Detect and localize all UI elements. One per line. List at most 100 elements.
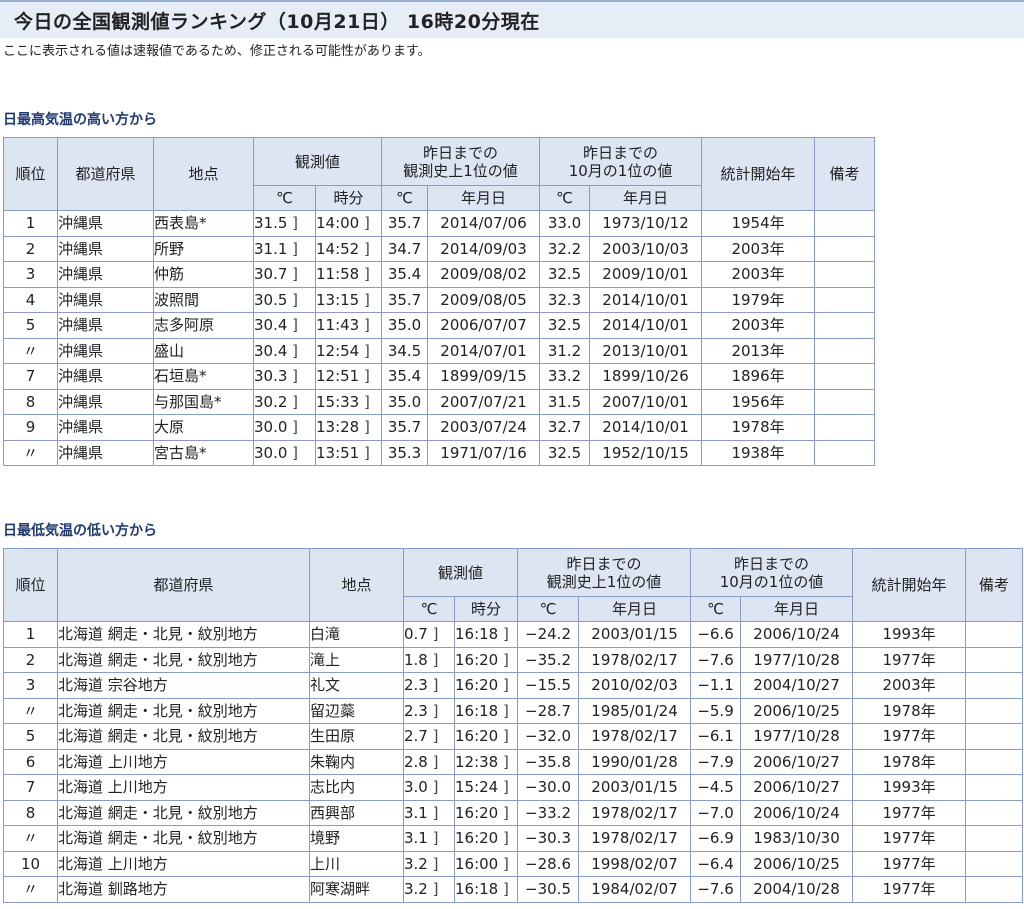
station-cell: 留辺蘂 bbox=[309, 697, 404, 724]
observed-value-cell: 30.0 ] bbox=[253, 414, 316, 441]
observed-value-cell: 30.7 ] bbox=[253, 261, 316, 288]
col-record-month: 昨日までの 10月の1位の値 bbox=[690, 548, 854, 597]
record-date-cell: 1990/01/28 bbox=[578, 748, 692, 775]
month-record-date-cell: 2014/10/01 bbox=[589, 414, 703, 441]
pref-cell: 北海道 網走・北見・紋別地方 bbox=[57, 825, 310, 852]
rank-cell: 3 bbox=[3, 672, 58, 699]
month-record-date-cell: 2007/10/01 bbox=[589, 388, 703, 415]
remarks-cell bbox=[965, 799, 1024, 826]
station-cell: 波照間 bbox=[153, 286, 254, 313]
col-remarks: 備考 bbox=[965, 548, 1024, 622]
remarks-cell bbox=[814, 388, 876, 415]
table-row: 8 沖縄県 与那国島* 30.2 ] 15:33 ] 35.0 2007/07/21 31.5… bbox=[3, 388, 876, 415]
month-record-date-cell: 2014/10/01 bbox=[589, 286, 703, 313]
pref-cell: 沖縄県 bbox=[57, 363, 154, 390]
pref-cell: 沖縄県 bbox=[57, 337, 154, 364]
month-record-date-cell: 2014/10/01 bbox=[589, 312, 703, 339]
rank-cell: 2 bbox=[3, 646, 58, 673]
table-row: 2 北海道 網走・北見・紋別地方 滝上 1.8 ] 16:20 ] −35.2 1978/0… bbox=[3, 646, 1024, 673]
observed-value-cell: 1.8 ] bbox=[403, 646, 455, 673]
rank-cell: 10 bbox=[3, 850, 58, 877]
start-year-cell: 1896年 bbox=[701, 363, 816, 390]
table-row: 3 北海道 宗谷地方 礼文 2.3 ] 16:20 ] −15.5 2010/02/03 −1… bbox=[3, 672, 1024, 699]
table-row: 2 沖縄県 所野 31.1 ] 14:52 ] 34.7 2014/09/03 32.2 200… bbox=[3, 235, 876, 262]
record-value-cell: 35.0 bbox=[381, 312, 429, 339]
col-start-year: 統計開始年 bbox=[852, 548, 967, 622]
record-value-cell: −35.8 bbox=[517, 748, 580, 775]
col-station: 地点 bbox=[153, 137, 254, 211]
month-record-value-cell: 32.3 bbox=[539, 286, 591, 313]
pref-cell: 沖縄県 bbox=[57, 286, 154, 313]
record-value-cell: −32.0 bbox=[517, 723, 580, 750]
rank-cell: 3 bbox=[3, 261, 58, 288]
remarks-cell bbox=[814, 312, 876, 339]
rank-cell: 4 bbox=[3, 286, 58, 313]
col-station: 地点 bbox=[309, 548, 404, 622]
station-cell: 礼文 bbox=[309, 672, 404, 699]
station-cell: 境野 bbox=[309, 825, 404, 852]
rank-cell: 〃 bbox=[3, 697, 58, 724]
col-date: 年月日 bbox=[427, 185, 541, 211]
month-record-date-cell: 2006/10/24 bbox=[740, 621, 854, 648]
month-record-date-cell: 1983/10/30 bbox=[740, 825, 854, 852]
observed-time-cell: 16:20 ] bbox=[453, 646, 519, 673]
low-temp-table: 順位 都道府県 地点 観測値 昨日までの 観測史上1位の値 昨日までの 10月の1位… bbox=[3, 548, 1024, 903]
rank-cell: 7 bbox=[3, 774, 58, 801]
month-record-value-cell: 32.5 bbox=[539, 261, 591, 288]
start-year-cell: 2003年 bbox=[701, 235, 816, 262]
record-date-cell: 2014/07/01 bbox=[427, 337, 541, 364]
pref-cell: 沖縄県 bbox=[57, 439, 154, 466]
start-year-cell: 1954年 bbox=[701, 210, 816, 237]
observed-value-cell: 3.1 ] bbox=[403, 799, 455, 826]
month-record-date-cell: 1899/10/26 bbox=[589, 363, 703, 390]
rank-cell: 〃 bbox=[3, 825, 58, 852]
observed-time-cell: 15:33 ] bbox=[314, 388, 383, 415]
pref-cell: 北海道 宗谷地方 bbox=[57, 672, 310, 699]
remarks-cell bbox=[965, 723, 1024, 750]
observed-value-cell: 30.5 ] bbox=[253, 286, 316, 313]
observed-time-cell: 16:00 ] bbox=[453, 850, 519, 877]
record-date-cell: 1978/02/17 bbox=[578, 646, 692, 673]
month-record-value-cell: −4.5 bbox=[690, 774, 742, 801]
rank-cell: 5 bbox=[3, 723, 58, 750]
start-year-cell: 2003年 bbox=[852, 672, 967, 699]
record-date-cell: 2014/07/06 bbox=[427, 210, 541, 237]
pref-cell: 北海道 網走・北見・紋別地方 bbox=[57, 697, 310, 724]
pref-cell: 沖縄県 bbox=[57, 388, 154, 415]
remarks-cell bbox=[814, 439, 876, 466]
start-year-cell: 2003年 bbox=[701, 261, 816, 288]
record-date-cell: 2006/07/07 bbox=[427, 312, 541, 339]
station-cell: 所野 bbox=[153, 235, 254, 262]
rank-cell: 〃 bbox=[3, 337, 58, 364]
station-cell: 西興部 bbox=[309, 799, 404, 826]
table-row: 3 沖縄県 仲筋 30.7 ] 11:58 ] 35.4 2009/08/02 32.5 200… bbox=[3, 261, 876, 288]
remarks-cell bbox=[814, 210, 876, 237]
record-date-cell: 2009/08/05 bbox=[427, 286, 541, 313]
table-row: 〃沖縄県 盛山 30.4 ] 12:54 ] 34.5 2014/07/01 31.2 201… bbox=[3, 337, 876, 364]
rank-cell: 8 bbox=[3, 799, 58, 826]
station-cell: 生田原 bbox=[309, 723, 404, 750]
observed-time-cell: 12:54 ] bbox=[314, 337, 383, 364]
record-date-cell: 1978/02/17 bbox=[578, 825, 692, 852]
observed-value-cell: 30.0 ] bbox=[253, 439, 316, 466]
pref-cell: 沖縄県 bbox=[57, 414, 154, 441]
record-date-cell: 1998/02/07 bbox=[578, 850, 692, 877]
table-row: 〃北海道 網走・北見・紋別地方 境野 3.1 ] 16:20 ] −30.3 1978/0… bbox=[3, 825, 1024, 852]
col-rank: 順位 bbox=[3, 548, 58, 622]
start-year-cell: 1978年 bbox=[852, 697, 967, 724]
month-record-value-cell: 32.5 bbox=[539, 312, 591, 339]
remarks-cell bbox=[965, 672, 1024, 699]
month-record-value-cell: −6.1 bbox=[690, 723, 742, 750]
observed-time-cell: 13:51 ] bbox=[314, 439, 383, 466]
start-year-cell: 2013年 bbox=[701, 337, 816, 364]
record-value-cell: 34.7 bbox=[381, 235, 429, 262]
record-value-cell: 35.7 bbox=[381, 286, 429, 313]
preliminary-note: ここに表示される値は速報値であるため、修正される可能性があります。 bbox=[3, 44, 431, 59]
station-cell: 阿寒湖畔 bbox=[309, 876, 404, 903]
month-record-value-cell: −7.6 bbox=[690, 876, 742, 903]
start-year-cell: 1979年 bbox=[701, 286, 816, 313]
table-row: 7 沖縄県 石垣島* 30.3 ] 12:51 ] 35.4 1899/09/15 33.2 1… bbox=[3, 363, 876, 390]
table-row: 5 北海道 網走・北見・紋別地方 生田原 2.7 ] 16:20 ] −32.0 1978/… bbox=[3, 723, 1024, 750]
record-date-cell: 1985/01/24 bbox=[578, 697, 692, 724]
record-value-cell: −35.2 bbox=[517, 646, 580, 673]
